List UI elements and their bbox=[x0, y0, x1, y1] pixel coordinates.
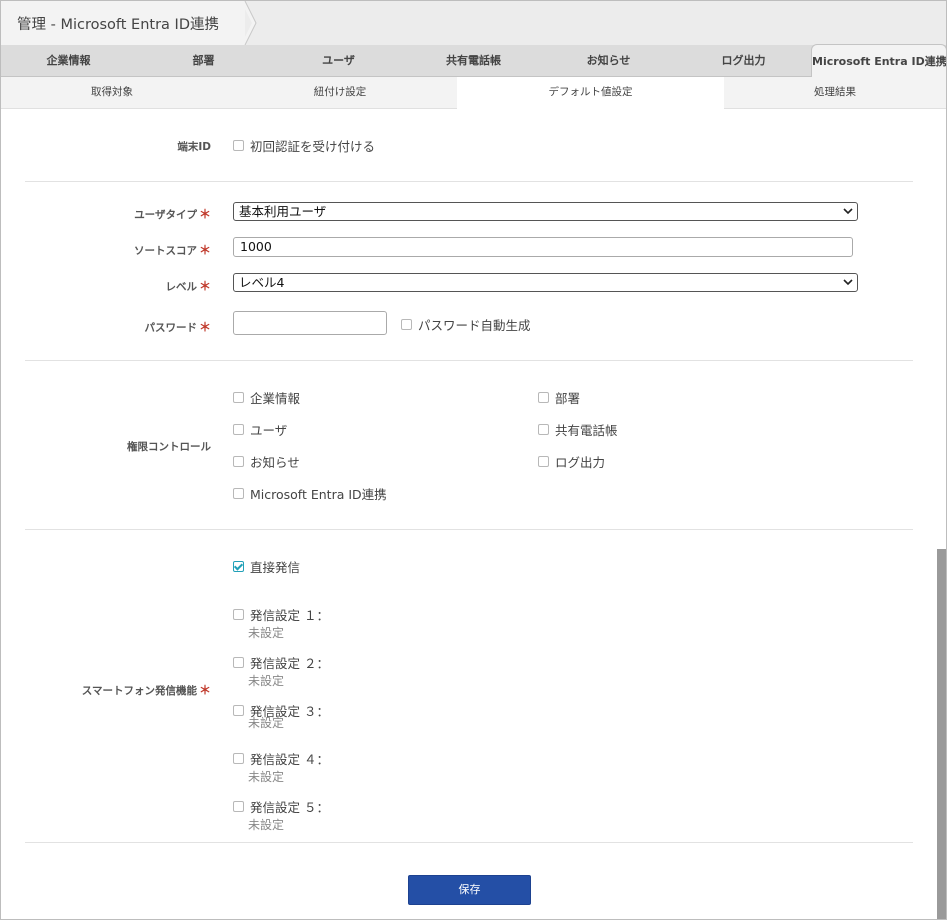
perm-user-checkbox[interactable]: ユーザ bbox=[233, 420, 287, 439]
password-label: パスワード＊ bbox=[144, 320, 211, 334]
page-title: 管理 - Microsoft Entra ID連携 bbox=[17, 17, 219, 33]
terminal-id-label: 端末ID bbox=[177, 141, 211, 153]
user-type-label: ユーザタイプ＊ bbox=[134, 207, 211, 221]
perm-notice-checkbox[interactable]: お知らせ bbox=[233, 452, 300, 471]
level-select[interactable]: レベル4 bbox=[233, 273, 858, 292]
chevron-down-icon bbox=[843, 208, 853, 215]
divider bbox=[25, 181, 913, 182]
checkbox-box[interactable] bbox=[233, 561, 244, 572]
subtab-target[interactable]: 取得対象 bbox=[1, 77, 223, 108]
divider bbox=[25, 360, 913, 361]
checkbox-box[interactable] bbox=[233, 424, 244, 435]
perm-department-checkbox[interactable]: 部署 bbox=[538, 388, 580, 407]
first-auth-checkbox[interactable]: 初回認証を受け付ける bbox=[233, 136, 375, 155]
chevron-down-icon bbox=[843, 279, 853, 286]
call-setting-2-status: 未設定 bbox=[248, 674, 285, 688]
perm-log-output-checkbox[interactable]: ログ出力 bbox=[538, 452, 605, 471]
password-input[interactable] bbox=[233, 311, 387, 335]
checkbox-box[interactable] bbox=[233, 456, 244, 467]
call-setting-5-status: 未設定 bbox=[248, 818, 285, 832]
subtab-mapping[interactable]: 紐付け設定 bbox=[223, 77, 457, 108]
checkbox-box[interactable] bbox=[233, 705, 244, 716]
divider bbox=[25, 842, 913, 843]
tab-notice[interactable]: お知らせ bbox=[541, 45, 676, 76]
checkbox-box[interactable] bbox=[233, 609, 244, 620]
sub-tabs: 取得対象 紐付け設定 デフォルト値設定 処理結果 bbox=[1, 77, 946, 109]
smartphone-call-label: スマートフォン発信機能＊ bbox=[81, 683, 211, 697]
breadcrumb-chevron-icon bbox=[241, 1, 257, 45]
checkbox-box[interactable] bbox=[233, 488, 244, 499]
call-setting-4-checkbox[interactable]: 発信設定 ４： bbox=[233, 749, 329, 768]
main-tabs: 企業情報 部署 ユーザ 共有電話帳 お知らせ ログ出力 Microsoft En… bbox=[1, 44, 946, 78]
save-button[interactable]: 保存 bbox=[408, 875, 531, 905]
tab-log-output[interactable]: ログ出力 bbox=[676, 45, 811, 76]
call-setting-4-status: 未設定 bbox=[248, 770, 285, 784]
sort-score-input[interactable]: 1000 bbox=[233, 237, 853, 257]
tab-entra-id[interactable]: Microsoft Entra ID連携 bbox=[811, 44, 946, 78]
tab-company[interactable]: 企業情報 bbox=[1, 45, 136, 76]
direct-call-checkbox[interactable]: 直接発信 bbox=[233, 557, 300, 576]
checkbox-box[interactable] bbox=[538, 456, 549, 467]
breadcrumb[interactable]: 管理 - Microsoft Entra ID連携 bbox=[1, 1, 245, 45]
checkbox-box[interactable] bbox=[401, 319, 412, 330]
call-setting-2-checkbox[interactable]: 発信設定 ２： bbox=[233, 653, 329, 672]
scrollbar-thumb[interactable] bbox=[937, 549, 946, 919]
checkbox-box[interactable] bbox=[233, 801, 244, 812]
perm-shared-phonebook-checkbox[interactable]: 共有電話帳 bbox=[538, 420, 618, 439]
checkbox-box[interactable] bbox=[233, 140, 244, 151]
subtab-default-values[interactable]: デフォルト値設定 bbox=[457, 77, 724, 109]
breadcrumb-bar: 管理 - Microsoft Entra ID連携 bbox=[1, 1, 946, 46]
checkbox-box[interactable] bbox=[233, 392, 244, 403]
call-setting-5-checkbox[interactable]: 発信設定 ５： bbox=[233, 797, 329, 816]
checkbox-box[interactable] bbox=[538, 424, 549, 435]
perm-company-checkbox[interactable]: 企業情報 bbox=[233, 388, 300, 407]
app-window: 管理 - Microsoft Entra ID連携 企業情報 部署 ユーザ 共有… bbox=[0, 0, 947, 920]
divider bbox=[25, 529, 913, 530]
tab-user[interactable]: ユーザ bbox=[271, 45, 406, 76]
tab-shared-phonebook[interactable]: 共有電話帳 bbox=[406, 45, 541, 76]
subtab-results[interactable]: 処理結果 bbox=[724, 77, 946, 108]
password-auto-generate-checkbox[interactable]: パスワード自動生成 bbox=[401, 315, 531, 334]
permission-label: 権限コントロール bbox=[127, 441, 211, 453]
perm-entra-id-checkbox[interactable]: Microsoft Entra ID連携 bbox=[233, 484, 387, 503]
user-type-select[interactable]: 基本利用ユーザ bbox=[233, 202, 858, 221]
call-setting-3-status: 未設定 bbox=[248, 716, 285, 730]
call-setting-1-checkbox[interactable]: 発信設定 １： bbox=[233, 605, 329, 624]
checkbox-box[interactable] bbox=[233, 753, 244, 764]
tab-department[interactable]: 部署 bbox=[136, 45, 271, 76]
checkbox-box[interactable] bbox=[538, 392, 549, 403]
call-setting-1-status: 未設定 bbox=[248, 626, 285, 640]
level-label: レベル＊ bbox=[165, 279, 211, 293]
checkbox-box[interactable] bbox=[233, 657, 244, 668]
sort-score-label: ソートスコア＊ bbox=[133, 243, 211, 257]
